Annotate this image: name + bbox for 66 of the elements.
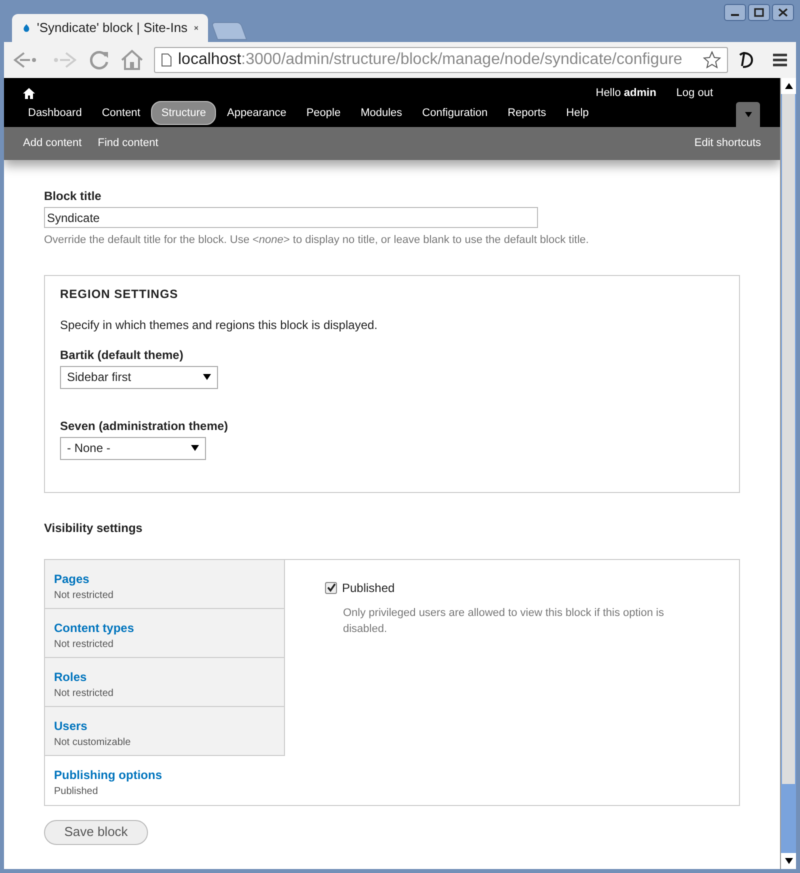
maximize-icon bbox=[754, 8, 764, 17]
tab-title: Roles bbox=[54, 668, 88, 686]
star-icon[interactable] bbox=[703, 51, 721, 69]
toolbar-menu-item[interactable]: People bbox=[297, 102, 350, 124]
vertical-tab[interactable]: Users Not customizable bbox=[45, 706, 285, 756]
field-description: Override the default title for the block. Use <none> to display no title, or leave blank to use the default block title. bbox=[44, 233, 590, 248]
address-bar[interactable]: localhost:3000/admin/structure/block/manage/node/syndicate/configure bbox=[154, 47, 728, 73]
toolbar-menu-item[interactable]: Appearance bbox=[218, 102, 296, 124]
maximize-button[interactable] bbox=[748, 4, 770, 21]
toggle-button[interactable] bbox=[736, 102, 760, 127]
caret-icon bbox=[191, 445, 199, 451]
toolbar-menu-item[interactable]: Modules bbox=[352, 102, 412, 124]
greeting-text: Hello admin bbox=[596, 86, 656, 101]
caret-icon bbox=[203, 374, 211, 380]
extension-icon[interactable] bbox=[738, 51, 754, 69]
shortcut-link[interactable]: Find content bbox=[98, 135, 158, 152]
menu-icon[interactable] bbox=[772, 53, 788, 67]
url-text: localhost:3000/admin/structure/block/manage/node/syndicate/configure bbox=[178, 50, 682, 70]
tab-title: Pages bbox=[54, 570, 90, 588]
panel-description: Specify in which themes and regions this block is displayed. bbox=[60, 316, 378, 334]
tab-summary: Not restricted bbox=[54, 686, 114, 700]
checkbox-description: Only privileged users are allowed to view this block if this option is disabled. bbox=[343, 606, 665, 637]
up-arrow-icon[interactable] bbox=[784, 83, 792, 89]
toolbar-menu-item[interactable]: Help bbox=[557, 102, 598, 124]
close-button[interactable] bbox=[772, 4, 794, 21]
vertical-tab[interactable]: Pages Not restricted bbox=[45, 560, 285, 608]
logout-link[interactable]: Log out bbox=[676, 84, 713, 102]
tab-summary: Not restricted bbox=[54, 638, 114, 652]
region-select[interactable]: - None - bbox=[60, 436, 206, 460]
scrollbar[interactable] bbox=[780, 78, 796, 869]
down-arrow-icon[interactable] bbox=[784, 858, 792, 864]
tab-summary: Not restricted bbox=[54, 588, 114, 602]
reload-icon[interactable] bbox=[88, 49, 110, 71]
checkbox-label: Published bbox=[342, 580, 395, 596]
close-icon[interactable] bbox=[194, 24, 198, 32]
minimize-button[interactable] bbox=[724, 4, 746, 21]
save-button[interactable]: Save block bbox=[44, 820, 148, 844]
toolbar-menu-item[interactable]: Configuration bbox=[413, 102, 497, 124]
tab-summary: Not customizable bbox=[54, 736, 132, 750]
toolbar-menu-item[interactable]: Reports bbox=[498, 102, 556, 124]
region-select[interactable]: Sidebar first bbox=[60, 366, 218, 388]
caret-icon bbox=[744, 112, 752, 118]
tab-title: 'Syndicate' block | Site-Ins bbox=[36, 19, 188, 38]
theme-label: Bartik (default theme) bbox=[60, 346, 184, 364]
section-title: Visibility settings bbox=[44, 520, 144, 536]
toolbar-menu-item[interactable]: Structure bbox=[151, 100, 216, 126]
vertical-tab[interactable]: Content types Not restricted bbox=[45, 608, 285, 658]
toolbar-menu-item[interactable]: Content bbox=[92, 102, 150, 124]
browser-tab[interactable]: 'Syndicate' block | Site-Ins bbox=[12, 14, 208, 42]
page-icon bbox=[161, 53, 172, 67]
vertical-tab[interactable]: Roles Not restricted bbox=[45, 658, 285, 706]
tab-summary: Published bbox=[54, 784, 99, 798]
close-icon bbox=[778, 8, 788, 17]
field-label: Block title bbox=[44, 188, 102, 205]
toolbar-menu-item[interactable]: Dashboard bbox=[19, 102, 91, 124]
edit-shortcuts-link[interactable]: Edit shortcuts bbox=[694, 135, 761, 152]
shortcut-link[interactable]: Add content bbox=[23, 135, 82, 152]
tab-title: Publishing options bbox=[54, 766, 163, 784]
check-icon bbox=[326, 583, 336, 592]
panel-legend: REGION SETTINGS bbox=[60, 284, 724, 302]
theme-label: Seven (administration theme) bbox=[60, 418, 230, 434]
published-checkbox[interactable] bbox=[325, 582, 337, 594]
tab-title: Content types bbox=[54, 620, 136, 636]
home-icon[interactable] bbox=[23, 88, 35, 98]
block-title-field[interactable]: Syndicate bbox=[44, 207, 538, 228]
tab-title: Users bbox=[54, 718, 88, 734]
